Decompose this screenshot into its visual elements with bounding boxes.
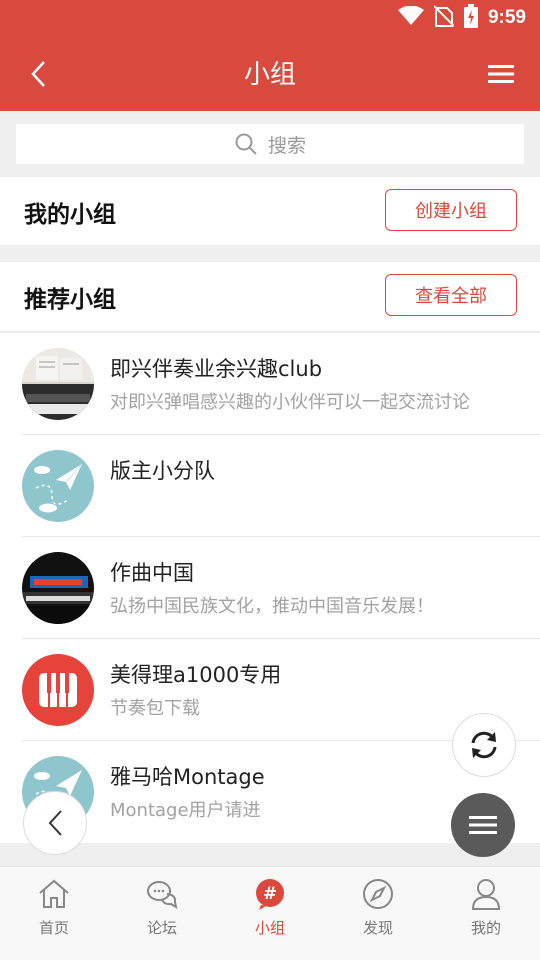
- group-description: Montage用户请进: [110, 800, 261, 821]
- hamburger-icon: [469, 816, 497, 834]
- group-description: 节奏包下载: [110, 698, 200, 719]
- group-avatar-keyboard-stage: [22, 552, 94, 624]
- tab-label: 发现: [362, 919, 393, 937]
- group-name: 雅马哈Montage: [110, 765, 265, 789]
- group-name: 即兴伴奏业余兴趣club: [110, 357, 323, 381]
- tab-label: 首页: [38, 919, 69, 937]
- hashtag-icon: #: [253, 877, 287, 911]
- floating-back-button[interactable]: [23, 791, 87, 855]
- search-input[interactable]: 搜索: [16, 124, 524, 164]
- chevron-left-icon: [48, 810, 62, 836]
- recommended-title: 推荐小组: [24, 287, 116, 313]
- group-description: 对即兴弹唱感兴趣的小伙伴可以一起交流讨论: [110, 392, 470, 413]
- svg-text:#: #: [263, 884, 277, 904]
- nav-bar: 小组: [0, 36, 540, 111]
- wifi-icon: [397, 5, 424, 30]
- tab-groups[interactable]: # 小组: [216, 867, 324, 960]
- group-row[interactable]: 版主小分队: [0, 435, 540, 537]
- view-all-button[interactable]: 查看全部: [385, 274, 517, 316]
- no-sim-icon: [433, 5, 455, 31]
- group-name: 美得理a1000专用: [110, 663, 282, 687]
- tab-discover[interactable]: 发现: [324, 867, 432, 960]
- quick-menu-button[interactable]: [451, 793, 515, 857]
- recommended-section: 推荐小组 查看全部: [0, 262, 540, 332]
- bottom-tab-bar: 首页 论坛 # 小组 发现 我的: [0, 866, 540, 960]
- home-icon: [37, 877, 71, 911]
- my-groups-title: 我的小组: [24, 202, 116, 228]
- group-row[interactable]: 作曲中国 弘扬中国民族文化，推动中国音乐发展！: [0, 537, 540, 639]
- status-bar: 9:59: [0, 0, 540, 36]
- app-header: 9:59 小组: [0, 0, 540, 111]
- group-avatar-piano-photo: [22, 348, 94, 420]
- refresh-button[interactable]: [452, 713, 516, 777]
- hamburger-icon: [488, 65, 514, 83]
- tab-home[interactable]: 首页: [0, 867, 108, 960]
- group-avatar-piano-keys-logo: [22, 654, 94, 726]
- search-icon: [235, 133, 257, 155]
- search-placeholder: 搜索: [267, 134, 306, 157]
- tab-label: 小组: [254, 919, 285, 937]
- group-name: 版主小分队: [110, 459, 215, 483]
- group-list: 即兴伴奏业余兴趣club 对即兴弹唱感兴趣的小伙伴可以一起交流讨论 版主小分队: [0, 333, 540, 843]
- tab-forum[interactable]: 论坛: [108, 867, 216, 960]
- group-row[interactable]: 即兴伴奏业余兴趣club 对即兴弹唱感兴趣的小伙伴可以一起交流讨论: [0, 333, 540, 435]
- compass-icon: [361, 877, 395, 911]
- tab-label: 我的: [470, 919, 501, 937]
- tab-label: 论坛: [146, 919, 177, 937]
- user-icon: [469, 877, 503, 911]
- status-time: 9:59: [487, 7, 526, 28]
- tab-me[interactable]: 我的: [432, 867, 540, 960]
- menu-button[interactable]: [484, 58, 518, 90]
- create-group-button[interactable]: 创建小组: [385, 189, 517, 231]
- battery-charging-icon: [463, 4, 478, 32]
- group-description: 弘扬中国民族文化，推动中国音乐发展！: [110, 596, 434, 617]
- chat-icon: [145, 877, 179, 911]
- group-avatar-paper-plane: [22, 450, 94, 522]
- my-groups-section: 我的小组 创建小组: [0, 177, 540, 245]
- page-title: 小组: [243, 60, 296, 90]
- refresh-icon: [471, 731, 497, 759]
- group-name: 作曲中国: [110, 561, 194, 585]
- search-bar: 搜索: [0, 111, 540, 177]
